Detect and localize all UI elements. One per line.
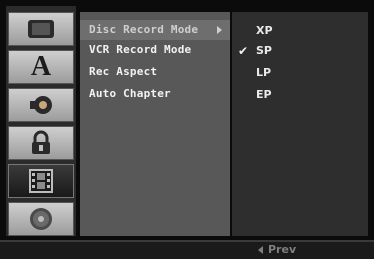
option-label: EP bbox=[256, 88, 272, 101]
options-panel: XP ✔ SP LP EP bbox=[232, 12, 368, 236]
audio-settings-tab[interactable] bbox=[8, 88, 74, 122]
option-xp[interactable]: XP bbox=[232, 20, 368, 42]
chevron-right-icon bbox=[217, 26, 222, 34]
speaker-icon bbox=[30, 96, 52, 114]
language-settings-tab[interactable]: A bbox=[8, 50, 74, 84]
settings-menu: Disc Record Mode VCR Record Mode Rec Asp… bbox=[80, 12, 230, 236]
category-icon-column: A bbox=[6, 6, 76, 236]
lock-icon bbox=[32, 130, 50, 154]
menu-item-label: VCR Record Mode bbox=[89, 43, 192, 56]
option-lp[interactable]: LP bbox=[232, 62, 368, 84]
tv-icon bbox=[28, 20, 54, 38]
language-icon: A bbox=[30, 51, 52, 82]
menu-item-label: Disc Record Mode bbox=[89, 23, 199, 36]
recording-settings-tab[interactable] bbox=[8, 164, 74, 198]
menu-item-disc-record-mode[interactable]: Disc Record Mode bbox=[80, 20, 230, 40]
menu-item-label: Auto Chapter bbox=[89, 87, 171, 100]
menu-item-label: Rec Aspect bbox=[89, 65, 158, 78]
film-icon bbox=[29, 169, 53, 193]
option-sp[interactable]: ✔ SP bbox=[232, 40, 368, 62]
tv-settings-tab[interactable] bbox=[8, 12, 74, 46]
screen: A Disc Record Mode VCR Record Mode Rec A… bbox=[0, 0, 374, 259]
lock-settings-tab[interactable] bbox=[8, 126, 74, 160]
prev-label: Prev bbox=[268, 243, 297, 256]
prev-button[interactable]: Prev bbox=[258, 243, 296, 256]
option-label: LP bbox=[256, 66, 272, 79]
menu-item-auto-chapter[interactable]: Auto Chapter bbox=[80, 84, 230, 104]
checkmark-icon: ✔ bbox=[238, 44, 249, 58]
menu-item-rec-aspect[interactable]: Rec Aspect bbox=[80, 62, 230, 82]
disc-icon bbox=[30, 208, 52, 230]
disc-settings-tab[interactable] bbox=[8, 202, 74, 236]
option-ep[interactable]: EP bbox=[232, 84, 368, 106]
option-label: SP bbox=[256, 44, 272, 57]
triangle-left-icon bbox=[258, 246, 263, 254]
footer-bar: Prev bbox=[0, 240, 374, 259]
option-label: XP bbox=[256, 24, 273, 37]
menu-item-vcr-record-mode[interactable]: VCR Record Mode bbox=[80, 40, 230, 60]
